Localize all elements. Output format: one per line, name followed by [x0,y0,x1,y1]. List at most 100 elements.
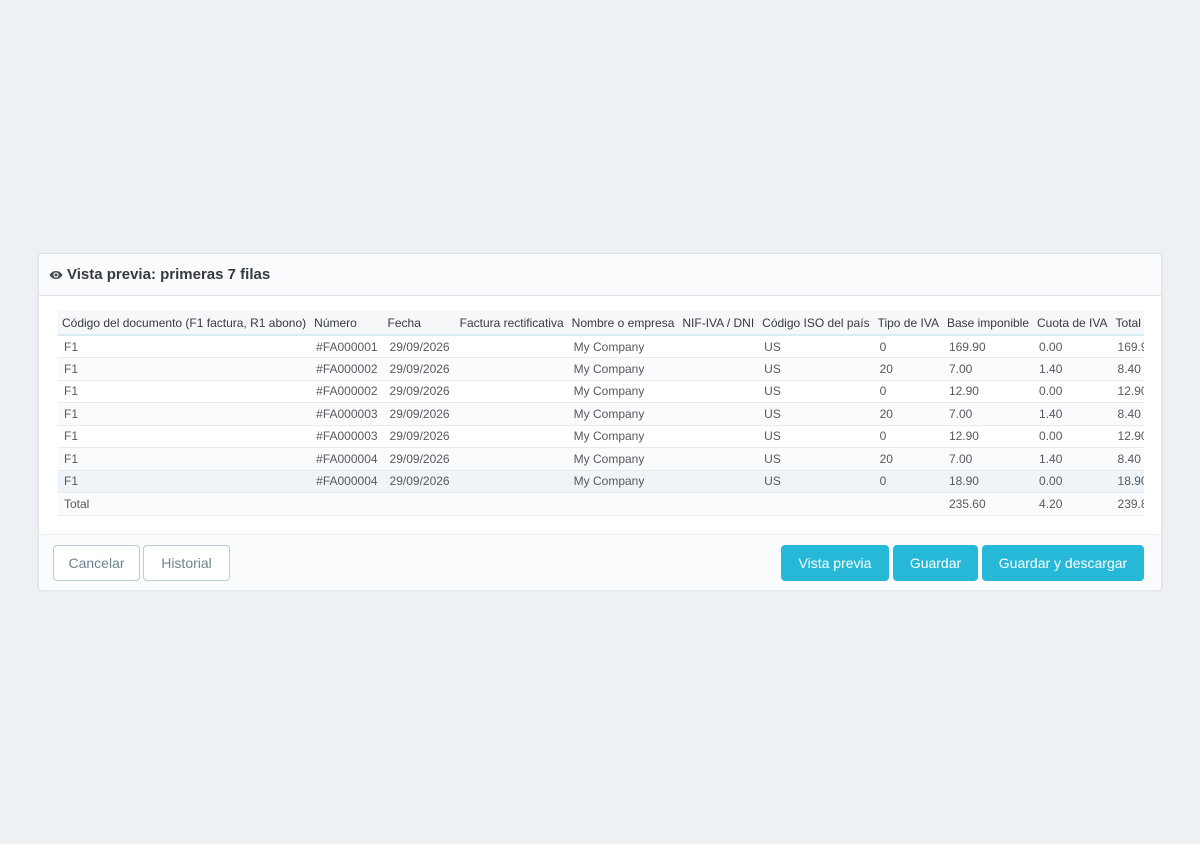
cell-vat-id [678,402,759,426]
preview-table: Código del documento (F1 factura, R1 abo… [58,311,1144,516]
cell-vat-amount: 0.00 [1033,425,1112,448]
table-row: F1 #FA000004 29/09/2026 My Company US 20 7.00 1… [58,447,1144,471]
cell-document-code: F1 [58,380,311,403]
save-and-download-button[interactable]: Guardar y descargar [982,545,1144,581]
cell-tax-base: 18.90 [942,470,1034,493]
cell-company-name: My Company [567,425,679,448]
column-header-vat-amount[interactable]: Cuota de IVA [1033,311,1112,336]
column-header-country-iso[interactable]: Código ISO del país [758,311,874,336]
cell-document-code: F1 [58,357,311,381]
column-header-company-name[interactable]: Nombre o empresa [567,311,679,336]
cell-corrective-invoice [455,425,568,448]
cell-vat-rate: 20 [873,447,943,471]
column-header-document-code[interactable]: Código del documento (F1 factura, R1 abo… [58,311,311,336]
cell-total: 169.90 [1111,335,1144,358]
cell-date: 29/09/2026 [383,335,456,358]
cell-country-iso: US [758,380,874,403]
table-row: F1 #FA000004 29/09/2026 My Company US 0 18.90 0… [58,470,1144,493]
cell-company-name [567,492,679,516]
cell-total: 8.40 [1111,357,1144,381]
cell-document-code: F1 [58,402,311,426]
cell-vat-rate: 20 [873,357,943,381]
cell-corrective-invoice [455,447,568,471]
cell-tax-base: 169.90 [942,335,1034,358]
cell-total: 8.40 [1111,447,1144,471]
cell-vat-id [678,380,759,403]
column-header-tax-base[interactable]: Base imponible [942,311,1034,336]
cell-vat-id [678,447,759,471]
cell-tax-base: 12.90 [942,425,1034,448]
cell-total: 18.90 [1111,470,1144,493]
cell-vat-rate: 0 [873,380,943,403]
cell-vat-id [678,425,759,448]
cell-date: 29/09/2026 [383,402,456,426]
cell-tax-base: 7.00 [942,357,1034,381]
cell-company-name: My Company [567,357,679,381]
cell-date: 29/09/2026 [383,447,456,471]
panel-title: Vista previa: primeras 7 filas [67,266,271,283]
table-row: F1 #FA000002 29/09/2026 My Company US 0 12.90 0… [58,380,1144,403]
cell-number: #FA000004 [310,470,384,493]
cell-corrective-invoice [455,402,568,426]
cell-number: #FA000002 [310,380,384,403]
cell-vat-rate [873,492,943,516]
cell-vat-amount: 1.40 [1033,402,1112,426]
cell-tax-base: 7.00 [942,402,1034,426]
cell-total: 239.80 [1111,492,1144,516]
cell-company-name: My Company [567,402,679,426]
cell-corrective-invoice [455,492,568,516]
column-header-vat-id[interactable]: NIF-IVA / DNI [678,311,759,336]
cell-number: #FA000003 [310,425,384,448]
cell-country-iso: US [758,425,874,448]
cell-vat-amount: 1.40 [1033,357,1112,381]
cell-tax-base: 235.60 [942,492,1034,516]
cell-company-name: My Company [567,335,679,358]
cell-date: 29/09/2026 [383,357,456,381]
cell-vat-rate: 0 [873,470,943,493]
cell-vat-amount: 1.40 [1033,447,1112,471]
cell-vat-rate: 0 [873,425,943,448]
cancel-button[interactable]: Cancelar [53,545,140,581]
cell-total: 12.90 [1111,425,1144,448]
cell-number: #FA000001 [310,335,384,358]
cell-vat-id [678,470,759,493]
cell-country-iso [758,492,874,516]
cell-country-iso: US [758,335,874,358]
table-row: F1 #FA000003 29/09/2026 My Company US 20 7.00 1… [58,402,1144,426]
column-header-corrective-invoice[interactable]: Factura rectificativa [455,311,568,336]
cell-vat-id [678,335,759,358]
column-header-total[interactable]: Total (bas [1111,311,1144,336]
cell-vat-amount: 0.00 [1033,380,1112,403]
column-header-number[interactable]: Número [310,311,384,336]
cell-corrective-invoice [455,380,568,403]
cell-company-name: My Company [567,380,679,403]
cell-vat-id [678,357,759,381]
cell-vat-amount: 0.00 [1033,470,1112,493]
cell-corrective-invoice [455,470,568,493]
preview-button[interactable]: Vista previa [781,545,889,581]
cell-number: #FA000004 [310,447,384,471]
cell-country-iso: US [758,357,874,381]
cell-total: 8.40 [1111,402,1144,426]
save-button[interactable]: Guardar [893,545,978,581]
cell-corrective-invoice [455,335,568,358]
cell-document-code: F1 [58,447,311,471]
cell-vat-amount: 0.00 [1033,335,1112,358]
panel-heading: Vista previa: primeras 7 filas [39,254,1161,296]
preview-panel: Vista previa: primeras 7 filas Código de… [38,253,1162,590]
cell-company-name: My Company [567,447,679,471]
cell-date [383,492,456,516]
cell-vat-amount: 4.20 [1033,492,1112,516]
column-header-vat-rate[interactable]: Tipo de IVA [873,311,943,336]
cell-document-code: F1 [58,335,311,358]
cell-vat-id [678,492,759,516]
cell-tax-base: 12.90 [942,380,1034,403]
cell-document-code: F1 [58,425,311,448]
preview-table-container[interactable]: Código del documento (F1 factura, R1 abo… [58,311,1144,516]
cell-total: 12.90 [1111,380,1144,403]
column-header-date[interactable]: Fecha [383,311,456,336]
cell-date: 29/09/2026 [383,425,456,448]
table-total-row: Total 235.604.20239.80 [58,492,1144,516]
cell-number: #FA000003 [310,402,384,426]
history-button[interactable]: Historial [143,545,230,581]
